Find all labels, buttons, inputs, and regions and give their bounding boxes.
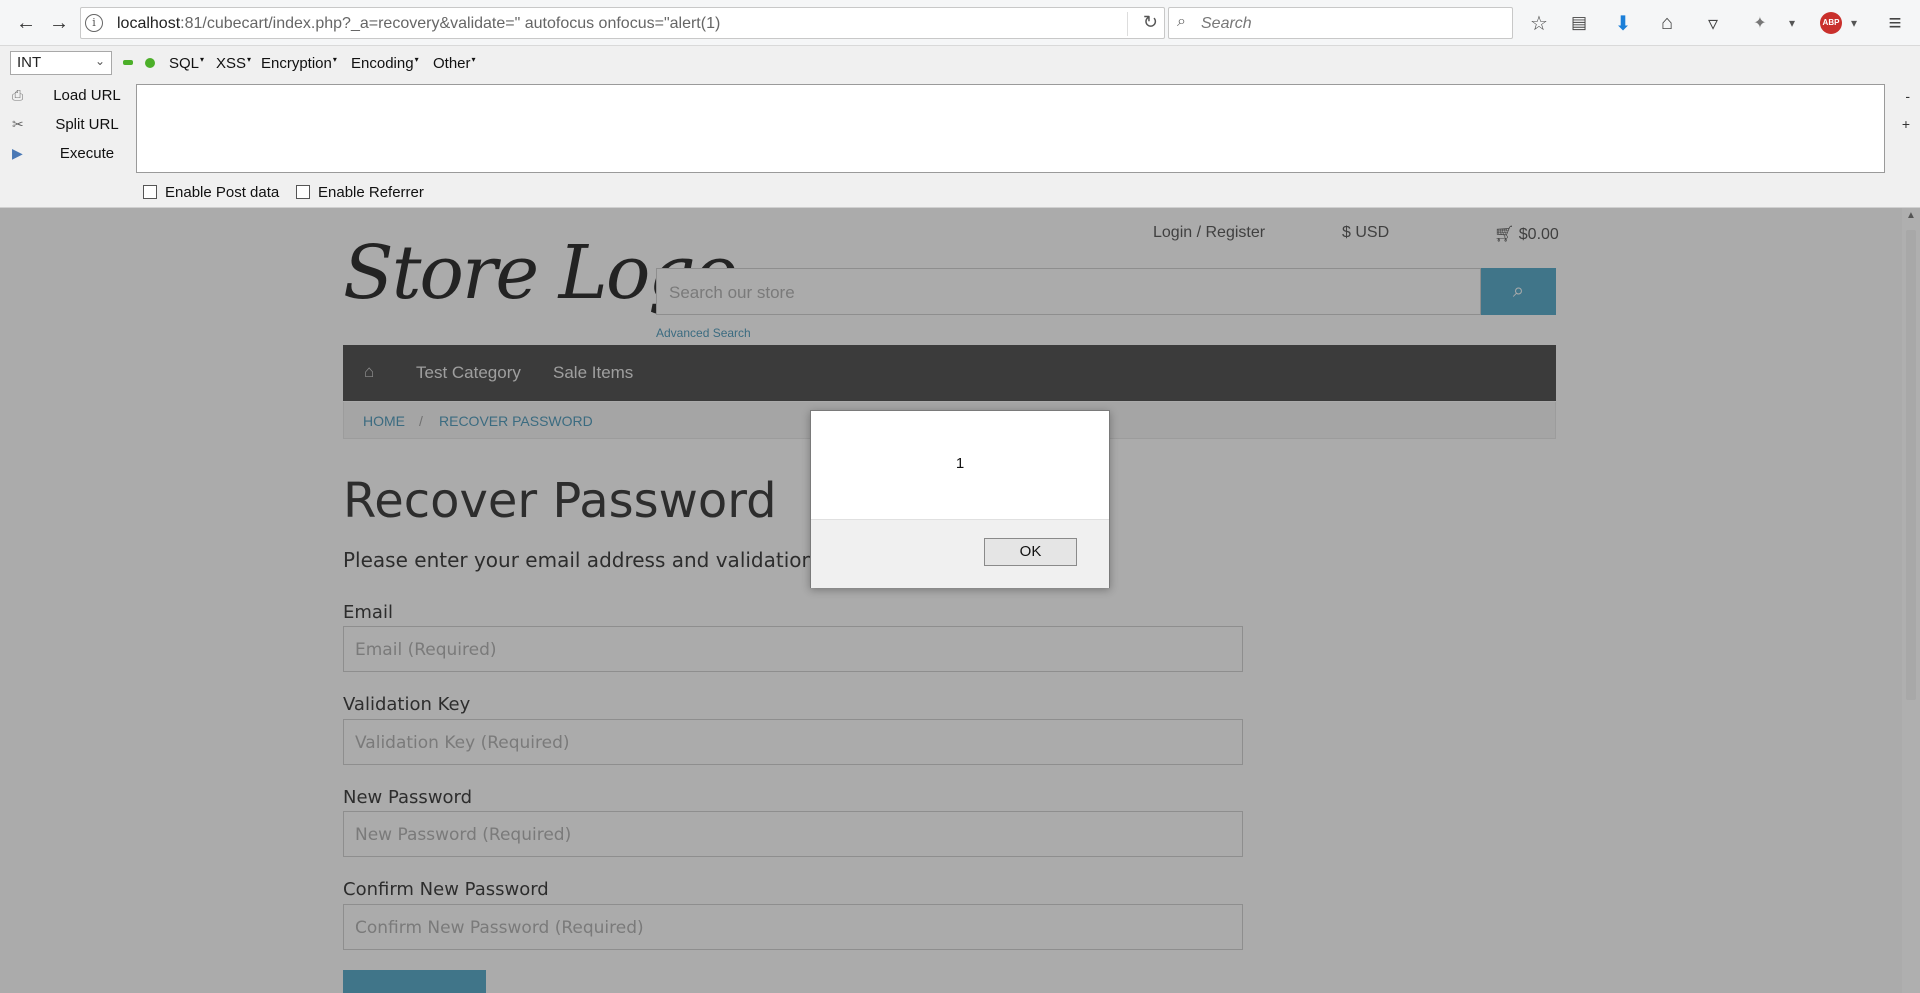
menu-label: Encryption [261, 55, 332, 72]
scroll-up-icon[interactable]: ▲ [1906, 210, 1916, 221]
home-icon[interactable]: ⌂ [1653, 9, 1681, 37]
browser-search-box[interactable]: ⌕ Search [1168, 7, 1513, 39]
load-url-label: Load URL [53, 87, 121, 104]
bookmarks-library-icon[interactable]: ▤ [1565, 9, 1593, 37]
menu-label: Other [433, 55, 471, 72]
execute-label: Execute [59, 145, 115, 162]
checkbox-label: Enable Referrer [318, 184, 424, 201]
url-path: :81/cubecart/index.php?_a=recovery&valid… [180, 15, 721, 32]
checkbox-label: Enable Post data [165, 184, 280, 201]
hackbar-type-select[interactable]: INT ⌄ [10, 51, 112, 75]
menu-label: SQL [169, 55, 200, 72]
search-placeholder: Search [1201, 15, 1252, 32]
shrink-textarea-button[interactable]: - [1905, 88, 1910, 104]
dropdown-triangle-icon: ▾ [247, 55, 252, 64]
url-text[interactable]: localhost:81/cubecart/index.php?_a=recov… [117, 15, 720, 33]
execute-button[interactable]: ▶ Execute [8, 142, 128, 166]
browser-toolbar: ← → i localhost:81/cubecart/index.php?_a… [0, 0, 1920, 46]
enable-post-data-checkbox[interactable]: Enable Post data [143, 183, 283, 201]
download-icon[interactable]: ⬇ [1609, 9, 1637, 37]
reload-icon[interactable]: ↻ [1143, 12, 1158, 33]
hackbar-menu-sql[interactable]: SQL▾ [169, 55, 204, 72]
modal-overlay [0, 208, 1920, 993]
hackbar-select-value: INT [17, 54, 42, 71]
extension-icon[interactable]: ✦ [1746, 9, 1774, 37]
dropdown-triangle-icon: ▾ [414, 55, 419, 64]
minus-icon[interactable] [123, 60, 133, 65]
hackbar-menu-xss[interactable]: XSS▾ [216, 55, 251, 72]
load-url-icon: ⎙ [12, 87, 24, 103]
hackbar-menu-encryption[interactable]: Encryption▾ [261, 55, 337, 72]
search-icon: ⌕ [1177, 13, 1186, 30]
hackbar-menu-other[interactable]: Other▾ [433, 55, 476, 72]
dropdown-triangle-icon: ▾ [332, 55, 337, 64]
info-icon[interactable]: i [85, 14, 103, 32]
plus-icon[interactable] [145, 58, 155, 68]
forward-button[interactable]: → [44, 7, 74, 39]
split-url-label: Split URL [55, 116, 119, 133]
back-arrow-icon: ← [16, 11, 36, 34]
alert-ok-button[interactable]: OK [984, 538, 1077, 566]
dropdown-triangle-icon: ▾ [200, 55, 205, 64]
menu-label: XSS [216, 55, 247, 72]
split-url-button[interactable]: ✂ Split URL [8, 113, 128, 137]
adblock-dropdown-icon[interactable]: ▾ [1840, 9, 1868, 37]
checkbox-box[interactable] [143, 185, 157, 199]
page-viewport: Login / Register $ USD 🛒︎ $0.00 Store Lo… [0, 208, 1920, 993]
load-url-button[interactable]: ⎙ Load URL [8, 84, 128, 108]
checkbox-box[interactable] [296, 185, 310, 199]
hackbar-menu-encoding[interactable]: Encoding▾ [351, 55, 419, 72]
extension-dropdown-icon[interactable]: ▾ [1778, 9, 1806, 37]
bookmark-star-icon[interactable]: ☆ [1525, 9, 1553, 37]
pocket-icon[interactable]: ▿ [1699, 9, 1727, 37]
url-bar[interactable]: i localhost:81/cubecart/index.php?_a=rec… [80, 7, 1165, 39]
page-scrollbar[interactable]: ▲ [1902, 208, 1920, 993]
dropdown-triangle-icon: ▾ [471, 55, 476, 64]
back-button[interactable]: ← [9, 7, 43, 39]
scissors-icon: ✂ [12, 116, 24, 132]
scrollbar-thumb[interactable] [1906, 230, 1916, 700]
hackbar-url-textarea[interactable] [136, 84, 1885, 173]
chevron-down-icon: ⌄ [94, 54, 105, 68]
alert-footer: OK [811, 519, 1109, 588]
url-separator [1127, 12, 1128, 36]
url-host: localhost [117, 15, 181, 32]
alert-message: 1 [955, 455, 965, 472]
play-icon: ▶ [12, 145, 23, 161]
hamburger-menu-icon[interactable]: ≡ [1881, 9, 1909, 37]
enable-referrer-checkbox[interactable]: Enable Referrer [296, 183, 436, 201]
hackbar-panel: INT ⌄ SQL▾ XSS▾ Encryption▾ Encoding▾ Ot… [0, 46, 1920, 208]
alert-dialog: 1 OK [810, 410, 1110, 588]
forward-arrow-icon: → [49, 11, 69, 34]
expand-textarea-button[interactable]: + [1902, 116, 1910, 132]
menu-label: Encoding [351, 55, 414, 72]
